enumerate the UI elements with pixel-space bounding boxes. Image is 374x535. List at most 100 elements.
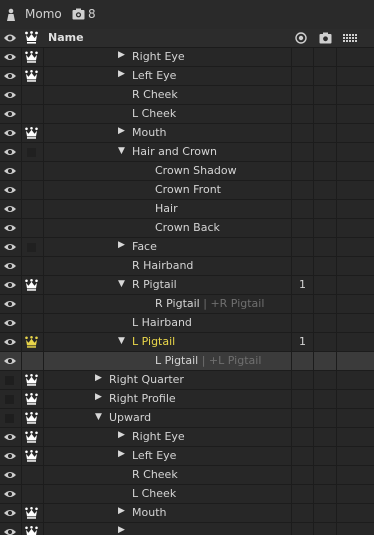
layer-name[interactable]: R Pigtail	[132, 278, 177, 291]
eye-icon[interactable]	[3, 356, 17, 366]
layer-name[interactable]: Mouth	[132, 506, 166, 519]
layer-name[interactable]: L Cheek	[132, 487, 176, 500]
eye-icon[interactable]	[3, 71, 17, 81]
expand-arrow-icon[interactable]: ▶	[118, 50, 125, 60]
crown-icon[interactable]	[25, 127, 38, 139]
layer-name[interactable]: R Hairband	[132, 259, 193, 272]
layer-row[interactable]: ▶ Right Eye	[0, 428, 374, 447]
eye-icon[interactable]	[3, 147, 17, 157]
eye-icon[interactable]	[3, 337, 17, 347]
eye-icon[interactable]	[3, 318, 17, 328]
eye-icon[interactable]	[3, 299, 17, 309]
collapse-arrow-icon[interactable]: ▼	[95, 412, 102, 422]
layer-row[interactable]: R Cheek	[0, 86, 374, 105]
expand-arrow-icon[interactable]: ▶	[118, 525, 125, 535]
layer-name[interactable]: Mouth	[132, 126, 166, 139]
crown-icon[interactable]	[25, 374, 38, 386]
layer-name[interactable]: Left Eye	[132, 449, 176, 462]
layer-row[interactable]: L Cheek	[0, 105, 374, 124]
layer-row[interactable]: Crown Front	[0, 181, 374, 200]
crown-icon[interactable]	[25, 279, 38, 291]
hidden-eye-box[interactable]	[5, 395, 14, 404]
layer-row[interactable]: ▼ Hair and Crown	[0, 143, 374, 162]
layer-row[interactable]: ▶	[0, 523, 374, 535]
crown-icon[interactable]	[25, 70, 38, 82]
layer-row[interactable]: ▼ L Pigtail 1	[0, 333, 374, 352]
layer-row[interactable]: ▶ Right Profile	[0, 390, 374, 409]
options-menu-icon[interactable]	[343, 34, 357, 42]
crown-empty-box[interactable]	[27, 148, 36, 157]
layer-name[interactable]: L Pigtail | +L Pigtail	[155, 354, 261, 367]
eye-icon[interactable]	[3, 223, 17, 233]
layer-row[interactable]: L Pigtail | +L Pigtail	[0, 352, 374, 371]
layer-row[interactable]: Crown Shadow	[0, 162, 374, 181]
crown-icon[interactable]	[25, 526, 38, 535]
layer-name[interactable]: Left Eye	[132, 69, 176, 82]
layer-row[interactable]: L Hairband	[0, 314, 374, 333]
layer-row[interactable]: R Cheek	[0, 466, 374, 485]
crown-icon[interactable]	[25, 393, 38, 405]
expand-arrow-icon[interactable]: ▶	[118, 449, 125, 459]
eye-icon[interactable]	[3, 90, 17, 100]
crown-icon[interactable]	[25, 51, 38, 63]
eye-icon[interactable]	[3, 489, 17, 499]
eye-icon[interactable]	[3, 280, 17, 290]
layer-name[interactable]: R Cheek	[132, 88, 178, 101]
crown-column-icon[interactable]	[25, 31, 38, 44]
eye-icon[interactable]	[3, 451, 17, 461]
expand-arrow-icon[interactable]: ▶	[118, 69, 125, 79]
layer-name[interactable]: Hair	[155, 202, 178, 215]
name-column-header[interactable]: Name	[48, 31, 84, 44]
layer-row[interactable]: ▶ Left Eye	[0, 447, 374, 466]
eye-icon[interactable]	[3, 470, 17, 480]
eye-icon[interactable]	[3, 242, 17, 252]
layer-row[interactable]: ▶ Left Eye	[0, 67, 374, 86]
layer-name[interactable]: Hair and Crown	[132, 145, 217, 158]
layer-name[interactable]: Crown Back	[155, 221, 220, 234]
expand-arrow-icon[interactable]: ▶	[118, 430, 125, 440]
layer-row[interactable]: ▶ Right Eye	[0, 48, 374, 67]
expand-arrow-icon[interactable]: ▶	[95, 373, 102, 383]
layer-name[interactable]: Face	[132, 240, 157, 253]
expand-arrow-icon[interactable]: ▶	[118, 506, 125, 516]
layer-name[interactable]: Right Eye	[132, 430, 185, 443]
eye-icon[interactable]	[3, 52, 17, 62]
crown-empty-box[interactable]	[27, 243, 36, 252]
layer-name[interactable]: Right Quarter	[109, 373, 184, 386]
layer-name[interactable]: L Pigtail	[132, 335, 175, 348]
layer-row[interactable]: Hair	[0, 200, 374, 219]
layer-row[interactable]: R Hairband	[0, 257, 374, 276]
eye-icon[interactable]	[3, 527, 17, 535]
layer-row[interactable]: L Cheek	[0, 485, 374, 504]
crown-icon[interactable]	[25, 431, 38, 443]
layer-name[interactable]: Crown Shadow	[155, 164, 237, 177]
layer-name[interactable]: R Cheek	[132, 468, 178, 481]
layer-name[interactable]: R Pigtail | +R Pigtail	[155, 297, 264, 310]
layer-row[interactable]: ▼ Upward	[0, 409, 374, 428]
collapse-arrow-icon[interactable]: ▼	[118, 146, 125, 156]
eye-icon[interactable]	[3, 204, 17, 214]
layer-name[interactable]: Right Profile	[109, 392, 176, 405]
hidden-eye-box[interactable]	[5, 414, 14, 423]
layer-row[interactable]: ▶ Face	[0, 238, 374, 257]
layer-row[interactable]: ▶ Right Quarter	[0, 371, 374, 390]
hidden-eye-box[interactable]	[5, 376, 14, 385]
collapse-arrow-icon[interactable]: ▼	[118, 336, 125, 346]
layer-name[interactable]: Right Eye	[132, 50, 185, 63]
layer-row[interactable]: ▶ Mouth	[0, 124, 374, 143]
crown-icon[interactable]	[25, 336, 38, 348]
layer-row[interactable]: R Pigtail | +R Pigtail	[0, 295, 374, 314]
collapse-arrow-icon[interactable]: ▼	[118, 279, 125, 289]
expand-arrow-icon[interactable]: ▶	[95, 392, 102, 402]
eye-icon[interactable]	[3, 166, 17, 176]
layer-row[interactable]: Crown Back	[0, 219, 374, 238]
expand-arrow-icon[interactable]: ▶	[118, 240, 125, 250]
visibility-column-eye-icon[interactable]	[3, 32, 17, 44]
target-column-icon[interactable]	[295, 32, 307, 44]
expand-arrow-icon[interactable]: ▶	[118, 126, 125, 136]
eye-icon[interactable]	[3, 109, 17, 119]
crown-icon[interactable]	[25, 450, 38, 462]
crown-icon[interactable]	[25, 412, 38, 424]
eye-icon[interactable]	[3, 128, 17, 138]
crown-icon[interactable]	[25, 507, 38, 519]
